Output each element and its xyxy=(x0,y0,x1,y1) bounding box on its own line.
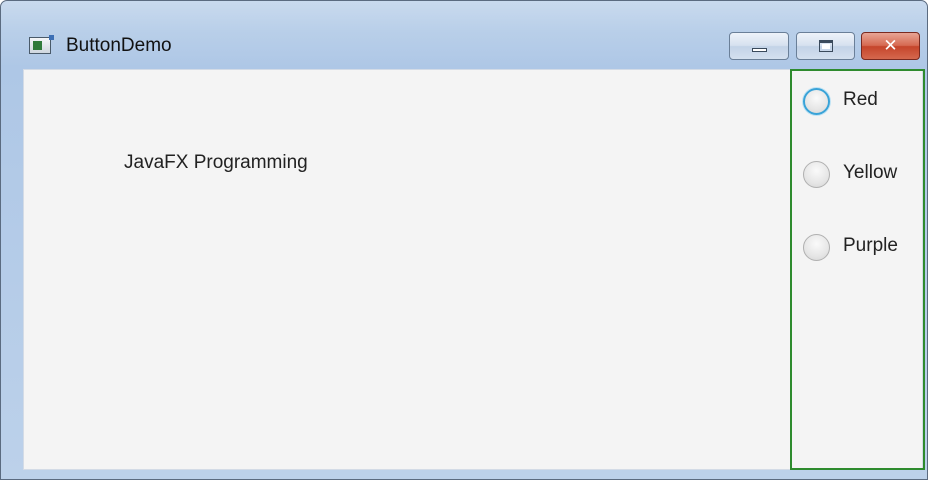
maximize-button[interactable] xyxy=(796,32,855,60)
radio-circle-yellow[interactable] xyxy=(803,161,830,188)
window-title: ButtonDemo xyxy=(66,35,172,56)
radio-label-purple[interactable]: Purple xyxy=(843,235,898,257)
app-icon xyxy=(29,35,54,54)
minimize-icon xyxy=(752,48,767,52)
radio-circle-purple[interactable] xyxy=(803,234,830,261)
radio-button-panel: Red Yellow Purple xyxy=(790,69,925,470)
maximize-icon xyxy=(819,40,833,52)
center-text-label: JavaFX Programming xyxy=(124,152,308,173)
minimize-button[interactable] xyxy=(729,32,789,60)
content-pane: JavaFX Programming Red Yellow Purple xyxy=(23,69,925,470)
radio-yellow[interactable]: Yellow xyxy=(803,158,923,190)
radio-circle-red[interactable] xyxy=(803,88,830,115)
close-icon: ✕ xyxy=(883,36,898,56)
radio-label-red[interactable]: Red xyxy=(843,89,878,111)
close-button[interactable]: ✕ xyxy=(861,32,920,60)
title-bar[interactable]: ButtonDemo ✕ xyxy=(1,1,927,69)
radio-label-yellow[interactable]: Yellow xyxy=(843,162,897,184)
radio-purple[interactable]: Purple xyxy=(803,231,923,263)
app-window: ButtonDemo ✕ JavaFX Programming Red Yell… xyxy=(0,0,928,480)
radio-red[interactable]: Red xyxy=(803,85,923,117)
